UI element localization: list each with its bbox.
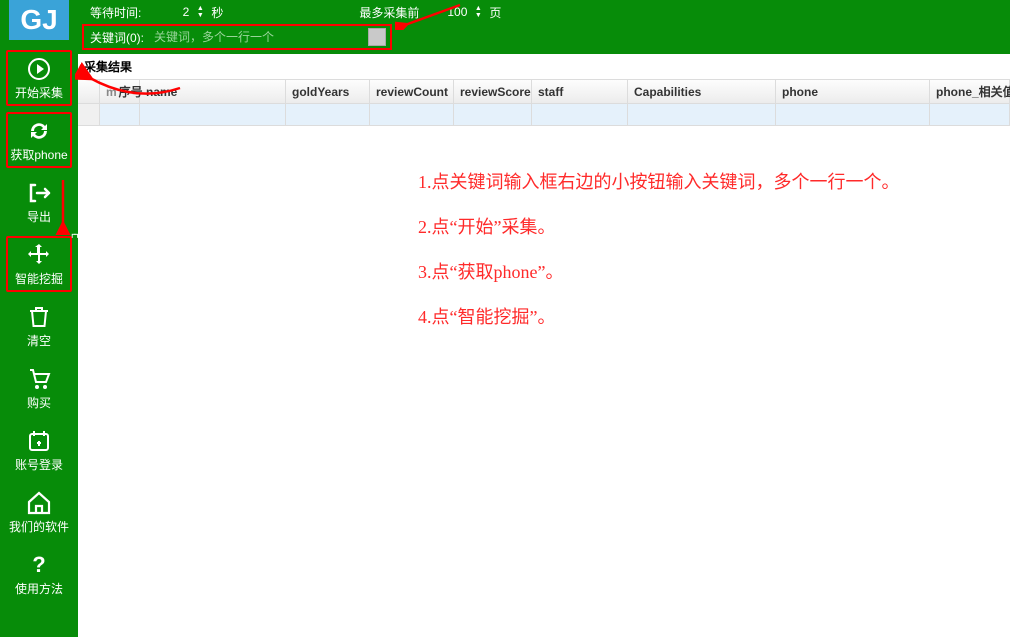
chevron-up-icon[interactable]: ▲ xyxy=(475,5,482,12)
table-row[interactable] xyxy=(78,104,1010,126)
table-header: m序号 name goldYears reviewCount reviewSco… xyxy=(78,80,1010,104)
play-icon xyxy=(26,56,52,82)
svg-text:?: ? xyxy=(32,552,45,577)
nav-smart-mine[interactable]: ⌜⌝ 智能挖掘 xyxy=(6,236,72,292)
max-unit: 页 xyxy=(489,4,501,21)
keyword-row: 关键词(0): xyxy=(82,24,392,50)
wait-time-field[interactable]: ▲▼ xyxy=(153,4,205,20)
trash-icon xyxy=(26,304,52,330)
keyword-picker-button[interactable] xyxy=(368,28,386,46)
nav-export[interactable]: 导出 xyxy=(6,174,72,230)
th-phone-related[interactable]: phone_相关值 xyxy=(930,80,1010,103)
nav-how-to[interactable]: ? 使用方法 xyxy=(6,546,72,602)
bracket-decoration: ⌜⌝ xyxy=(71,232,76,246)
keyword-input[interactable] xyxy=(154,29,368,45)
instruction-line: 4.点“智能挖掘”。 xyxy=(418,304,900,331)
nav-clear[interactable]: 清空 xyxy=(6,298,72,354)
nav-get-phone[interactable]: 获取phone xyxy=(6,112,72,168)
chevron-up-icon[interactable]: ▲ xyxy=(197,5,204,12)
nav-label: 清空 xyxy=(27,332,51,349)
th-reviewscore[interactable]: reviewScore xyxy=(454,80,532,103)
nav-label: 使用方法 xyxy=(15,580,63,597)
th-staff[interactable]: staff xyxy=(532,80,628,103)
content: 采集结果 m序号 name goldYears reviewCount revi… xyxy=(78,54,1010,637)
nav-label: 智能挖掘 xyxy=(15,270,63,287)
th-index[interactable]: m序号 xyxy=(100,80,140,103)
nav-label: 导出 xyxy=(27,208,51,225)
nav-our-software[interactable]: 我们的软件 xyxy=(6,484,72,540)
th-phone[interactable]: phone xyxy=(776,80,930,103)
th-capabilities[interactable]: Capabilities xyxy=(628,80,776,103)
app-logo: GJ xyxy=(9,0,69,40)
nav-start-collect[interactable]: 开始采集 xyxy=(6,50,72,106)
wait-label: 等待时间: xyxy=(90,4,141,21)
sidebar: GJ 开始采集 获取phone 导出 ⌜⌝ 智能挖掘 xyxy=(0,0,78,637)
nav-label: 购买 xyxy=(27,394,51,411)
nav-label: 账号登录 xyxy=(15,456,63,473)
th-goldyears[interactable]: goldYears xyxy=(286,80,370,103)
calendar-icon xyxy=(26,428,52,454)
move-icon xyxy=(26,242,52,268)
refresh-icon xyxy=(26,118,52,144)
instruction-line: 3.点“获取phone”。 xyxy=(418,259,900,286)
main: 等待时间: ▲▼ 秒 最多采集前 ▲▼ 页 关键词(0): 采集 xyxy=(78,0,1010,637)
cart-icon xyxy=(26,366,52,392)
max-label: 最多采集前 xyxy=(359,4,419,21)
keyword-label: 关键词(0): xyxy=(90,29,144,46)
wait-spinner[interactable]: ▲▼ xyxy=(195,4,205,20)
nav-label: 开始采集 xyxy=(15,84,63,101)
chevron-down-icon[interactable]: ▼ xyxy=(475,12,482,19)
instruction-line: 2.点“开始”采集。 xyxy=(418,214,900,241)
th-reviewcount[interactable]: reviewCount xyxy=(370,80,454,103)
th-rowheader[interactable] xyxy=(78,80,100,103)
export-icon xyxy=(26,180,52,206)
nav-login[interactable]: 账号登录 xyxy=(6,422,72,478)
th-name[interactable]: name xyxy=(140,80,286,103)
help-icon: ? xyxy=(26,552,52,578)
nav-buy[interactable]: 购买 xyxy=(6,360,72,416)
nav-label: 我们的软件 xyxy=(9,518,69,535)
max-spinner[interactable]: ▲▼ xyxy=(473,4,483,20)
max-pages-input[interactable] xyxy=(431,4,471,20)
topbar: 等待时间: ▲▼ 秒 最多采集前 ▲▼ 页 关键词(0): xyxy=(78,0,1010,54)
wait-time-input[interactable] xyxy=(153,4,193,20)
chevron-down-icon[interactable]: ▼ xyxy=(197,12,204,19)
results-table: m序号 name goldYears reviewCount reviewSco… xyxy=(78,79,1010,126)
max-pages-field[interactable]: ▲▼ xyxy=(431,4,483,20)
instructions: 1.点关键词输入框右边的小按钮输入关键词，多个一行一个。 2.点“开始”采集。 … xyxy=(418,169,900,349)
instruction-line: 1.点关键词输入框右边的小按钮输入关键词，多个一行一个。 xyxy=(418,169,900,196)
nav-label: 获取phone xyxy=(10,146,67,163)
home-icon xyxy=(26,490,52,516)
results-title: 采集结果 xyxy=(78,54,1010,79)
wait-unit: 秒 xyxy=(211,4,223,21)
